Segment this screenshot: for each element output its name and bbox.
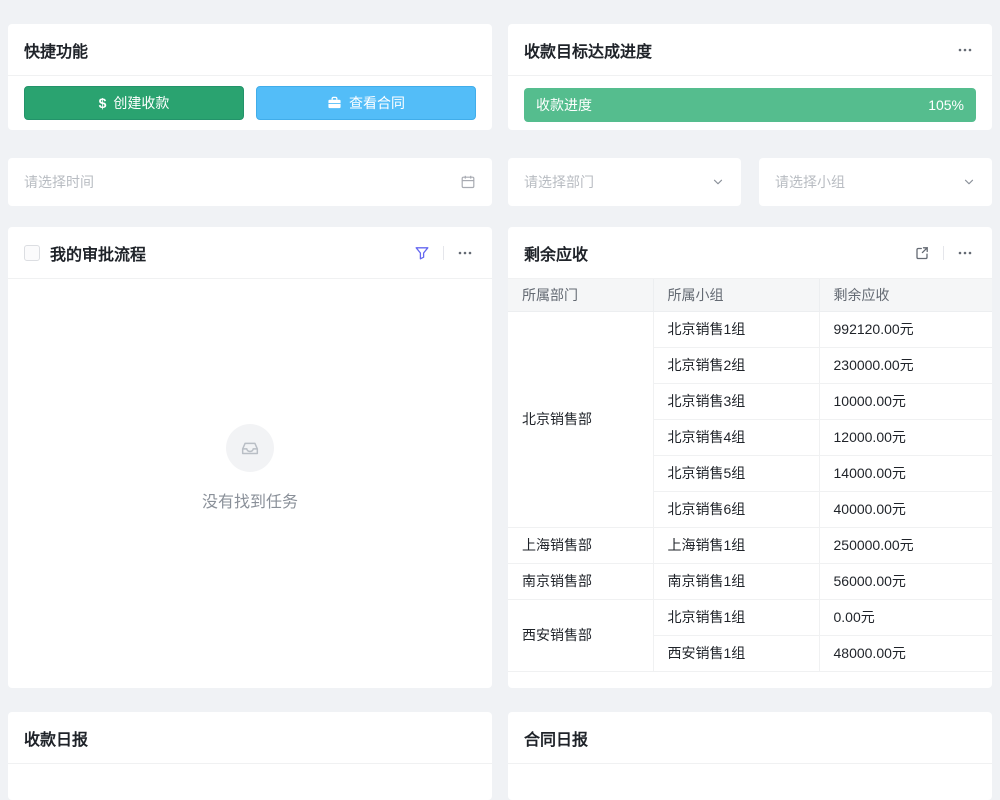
create-payment-button[interactable]: $ 创建收款 <box>24 86 244 120</box>
progress-body: 收款进度 105% <box>508 76 992 130</box>
progress-label: 收款进度 <box>536 95 592 115</box>
more-icon[interactable] <box>454 242 476 264</box>
dept-cell: 西安销售部 <box>508 599 653 671</box>
approval-header: 我的审批流程 <box>8 227 492 279</box>
receivable-card: 剩余应收 所属部门 所属小组 <box>508 227 992 688</box>
table-row: 上海销售部上海销售1组250000.00元 <box>508 527 992 563</box>
more-icon[interactable] <box>954 242 976 264</box>
group-cell: 北京销售5组 <box>653 455 819 491</box>
approval-card: 我的审批流程 没有找到任务 <box>8 227 492 688</box>
amount-cell: 230000.00元 <box>819 347 992 383</box>
table-row: 北京销售部北京销售1组992120.00元 <box>508 311 992 347</box>
contract-daily-card: 合同日报 <box>508 712 992 800</box>
view-contract-label: 查看合同 <box>349 93 405 113</box>
group-cell: 上海销售1组 <box>653 527 819 563</box>
calendar-icon <box>460 174 476 190</box>
card-title: 我的审批流程 <box>50 241 146 265</box>
progress-bar: 收款进度 105% <box>524 88 976 122</box>
group-cell: 南京销售1组 <box>653 563 819 599</box>
contract-daily-header: 合同日报 <box>508 712 992 764</box>
progress-header: 收款目标达成进度 <box>508 24 992 76</box>
payment-daily-card: 收款日报 <box>8 712 492 800</box>
amount-cell: 48000.00元 <box>819 635 992 671</box>
amount-cell: 0.00元 <box>819 599 992 635</box>
inbox-icon <box>226 424 274 472</box>
dept-cell: 南京销售部 <box>508 563 653 599</box>
dashboard-page: 快捷功能 $ 创建收款 查看合同 收款目标达成进度 <box>0 0 1000 800</box>
group-placeholder: 请选择小组 <box>775 172 845 192</box>
view-contract-button[interactable]: 查看合同 <box>256 86 476 120</box>
time-select[interactable]: 请选择时间 <box>8 158 492 206</box>
group-cell: 北京销售1组 <box>653 599 819 635</box>
amount-cell: 10000.00元 <box>819 383 992 419</box>
table-row: 西安销售部北京销售1组0.00元 <box>508 599 992 635</box>
column-header-group: 所属小组 <box>653 279 819 311</box>
amount-cell: 250000.00元 <box>819 527 992 563</box>
amount-cell: 40000.00元 <box>819 491 992 527</box>
group-cell: 北京销售4组 <box>653 419 819 455</box>
open-icon[interactable] <box>911 242 933 264</box>
card-title: 快捷功能 <box>24 38 88 62</box>
dept-placeholder: 请选择部门 <box>524 172 594 192</box>
dept-cell: 北京销售部 <box>508 311 653 527</box>
card-title: 合同日报 <box>524 726 588 750</box>
group-cell: 西安销售1组 <box>653 635 819 671</box>
table-header-row: 所属部门 所属小组 剩余应收 <box>508 279 992 311</box>
time-placeholder: 请选择时间 <box>24 172 94 192</box>
amount-cell: 14000.00元 <box>819 455 992 491</box>
receivable-table: 所属部门 所属小组 剩余应收 北京销售部北京销售1组992120.00元北京销售… <box>508 279 992 672</box>
more-icon[interactable] <box>954 39 976 61</box>
filter-icon[interactable] <box>411 242 433 264</box>
quick-actions-card: 快捷功能 $ 创建收款 查看合同 <box>8 24 492 130</box>
amount-cell: 992120.00元 <box>819 311 992 347</box>
approval-checkbox[interactable] <box>24 245 40 261</box>
briefcase-icon <box>327 96 342 110</box>
card-title: 剩余应收 <box>524 241 588 265</box>
create-payment-label: 创建收款 <box>113 93 169 113</box>
chevron-down-icon <box>962 175 976 189</box>
group-cell: 北京销售3组 <box>653 383 819 419</box>
dollar-icon: $ <box>99 95 107 111</box>
column-header-dept: 所属部门 <box>508 279 653 311</box>
card-title: 收款目标达成进度 <box>524 38 652 62</box>
dept-select[interactable]: 请选择部门 <box>508 158 741 206</box>
amount-cell: 12000.00元 <box>819 419 992 455</box>
group-select[interactable]: 请选择小组 <box>759 158 992 206</box>
progress-value: 105% <box>928 97 964 113</box>
divider <box>943 246 944 260</box>
column-header-amount: 剩余应收 <box>819 279 992 311</box>
quick-actions-header: 快捷功能 <box>8 24 492 76</box>
amount-cell: 56000.00元 <box>819 563 992 599</box>
group-cell: 北京销售2组 <box>653 347 819 383</box>
receivable-header: 剩余应收 <box>508 227 992 279</box>
empty-text: 没有找到任务 <box>202 488 298 512</box>
chevron-down-icon <box>711 175 725 189</box>
quick-actions-body: $ 创建收款 查看合同 <box>8 76 492 130</box>
group-cell: 北京销售6组 <box>653 491 819 527</box>
payment-daily-header: 收款日报 <box>8 712 492 764</box>
group-cell: 北京销售1组 <box>653 311 819 347</box>
progress-card: 收款目标达成进度 收款进度 105% <box>508 24 992 130</box>
table-row: 南京销售部南京销售1组56000.00元 <box>508 563 992 599</box>
divider <box>443 246 444 260</box>
card-title: 收款日报 <box>24 726 88 750</box>
approval-empty-state: 没有找到任务 <box>8 279 492 687</box>
dept-cell: 上海销售部 <box>508 527 653 563</box>
